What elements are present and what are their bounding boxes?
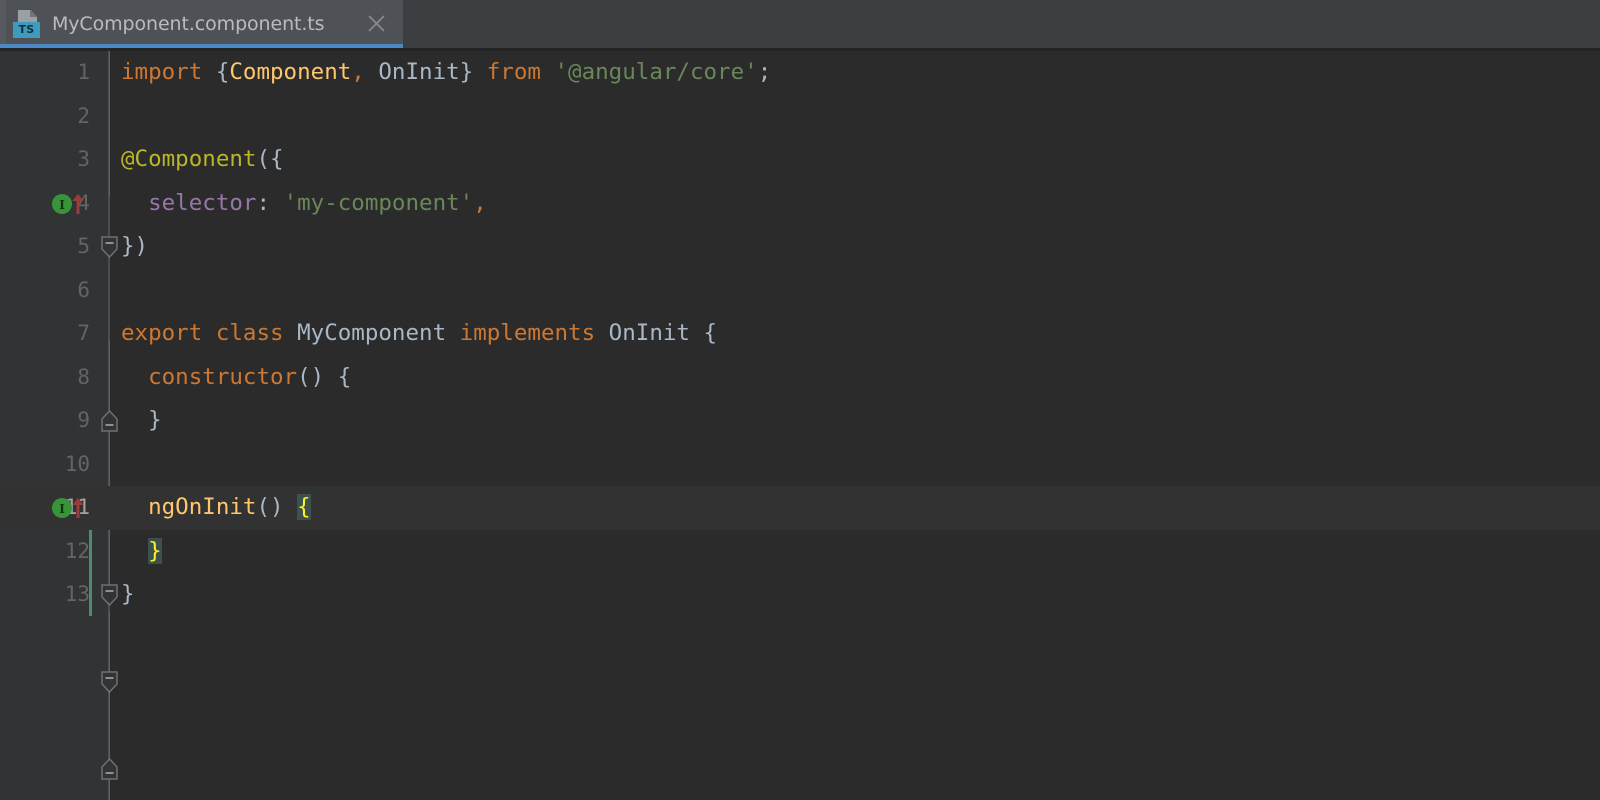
code-line-content: import {Component, OnInit} from '@angula… (121, 51, 771, 95)
code-token: } (148, 537, 162, 564)
editor-line-9[interactable]: 9 } (0, 399, 1600, 780)
line-number: 5 (77, 234, 90, 258)
code-token: Component (229, 59, 352, 85)
line-number: 10 (64, 451, 90, 476)
code-line-content: } (121, 399, 162, 443)
code-token: MyComponent (297, 320, 447, 346)
code-token: : (256, 189, 284, 216)
tab-left-edge (0, 0, 6, 48)
line-number: 2 (77, 103, 90, 128)
editor-tab-bar: TS MyComponent.component.ts (0, 0, 1600, 48)
editor-line-13[interactable]: 13 } (0, 573, 1600, 617)
editor-line-1[interactable]: 1 import {Component, OnInit} from '@angu… (0, 51, 1600, 95)
typescript-badge-label: TS (13, 22, 40, 38)
code-token: } (121, 407, 162, 433)
line-number: 6 (77, 277, 90, 302)
code-token: OnInit (364, 59, 460, 85)
code-token: { (297, 494, 311, 520)
line-number: 7 (77, 321, 90, 345)
code-token: () (256, 494, 298, 520)
code-line-content: } (121, 530, 162, 574)
line-number: 9 (77, 408, 90, 432)
code-token: selector (148, 189, 257, 216)
code-token: () { (297, 363, 352, 390)
editor-line-7[interactable]: 7 export class MyComponent implements On… (0, 312, 1600, 607)
code-token: ngOnInit (148, 494, 257, 520)
code-line-content: export class MyComponent implements OnIn… (121, 312, 717, 356)
code-token: from (486, 59, 541, 85)
code-token: '@angular/core' (554, 59, 758, 85)
editor-line-11[interactable]: 11 I ngOnInit() { (0, 486, 1600, 530)
typescript-file-icon: TS (13, 9, 41, 39)
code-line-content: }) (121, 225, 148, 269)
svg-text:I: I (59, 198, 65, 212)
up-arrow-icon (72, 498, 84, 518)
code-line-content: ngOnInit() { (121, 486, 311, 530)
line-number: 1 (77, 60, 90, 84)
code-token: , (473, 189, 487, 216)
line-number: 8 (77, 364, 90, 389)
code-token: export class (121, 320, 298, 346)
line-number: 13 (64, 582, 90, 606)
code-line-content: selector: 'my-component', (121, 182, 487, 226)
code-editor[interactable]: 1 import {Component, OnInit} from '@angu… (0, 51, 1600, 800)
close-icon[interactable] (366, 13, 387, 34)
fold-region-end-icon[interactable] (99, 757, 120, 781)
line-number: 12 (64, 538, 90, 563)
code-token: { (215, 59, 230, 85)
code-token: ; (757, 59, 772, 85)
code-token: } (121, 581, 135, 607)
code-token: 'my-component' (283, 189, 474, 216)
implementing-member-icon[interactable]: I (52, 497, 86, 519)
fold-collapse-icon[interactable] (99, 670, 120, 694)
code-token: }) (121, 233, 149, 259)
editor-tab-mycomponent[interactable]: TS MyComponent.component.ts (0, 0, 403, 48)
implementing-member-icon[interactable]: I (52, 193, 86, 215)
editor-tab-title: MyComponent.component.ts (52, 13, 325, 35)
code-token: ({ (256, 146, 284, 172)
code-line-content: @Component({ (121, 138, 284, 182)
code-line-content: } (121, 573, 135, 617)
code-token: , (351, 59, 365, 85)
editor-line-4[interactable]: 4 I selector: 'my-component', (0, 182, 1600, 226)
code-line-content: constructor() { (121, 356, 351, 400)
editor-line-5[interactable]: 5 }) (0, 225, 1600, 432)
line-number: 3 (77, 147, 90, 171)
code-token: } (459, 59, 474, 85)
editor-line-6[interactable]: 6 (0, 269, 1600, 313)
editor-line-10[interactable]: 10 (0, 443, 1600, 487)
code-token: @Component (121, 146, 257, 172)
editor-line-2[interactable]: 2 (0, 95, 1600, 139)
svg-text:I: I (59, 502, 65, 516)
editor-line-12[interactable]: 12 } (0, 530, 1600, 574)
code-token: implements (446, 320, 596, 346)
ide-window: TS MyComponent.component.ts 1 import {Co… (0, 0, 1600, 800)
code-token: OnInit { (595, 320, 718, 346)
code-token: constructor (148, 363, 298, 390)
editor-line-8[interactable]: 8 constructor() { (0, 356, 1600, 694)
code-token: import (121, 59, 216, 85)
up-arrow-icon (72, 193, 84, 214)
editor-line-3[interactable]: 3 @Component({ (0, 138, 1600, 259)
